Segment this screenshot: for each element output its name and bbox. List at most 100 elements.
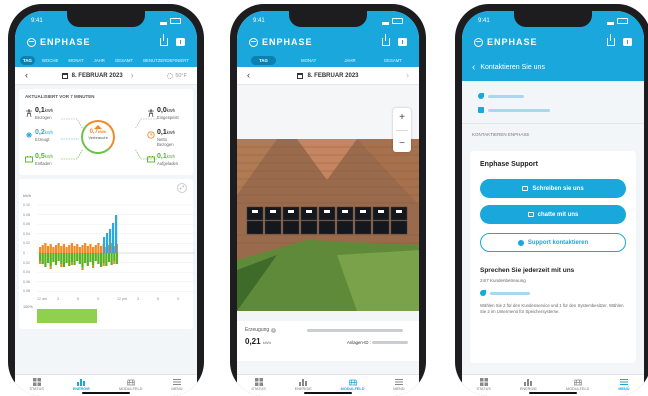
chart-bar	[113, 261, 116, 264]
nav-energie[interactable]: ENERGIE	[295, 378, 312, 391]
nav-menue[interactable]: MENÜ	[618, 378, 630, 391]
solar-panel[interactable]	[246, 220, 264, 235]
date-picker[interactable]: 8. FEBRUAR 2023	[297, 72, 359, 79]
chat-button[interactable]: chatte mit uns	[480, 205, 626, 224]
installer-phone[interactable]	[462, 83, 644, 103]
status-icons	[160, 18, 181, 25]
chart-bar	[57, 243, 60, 253]
support-chat-icon[interactable]	[176, 38, 185, 46]
grid-tower-icon	[26, 109, 32, 117]
chart-bar	[81, 267, 84, 270]
solar-panel[interactable]	[282, 220, 300, 235]
zoom-out-button[interactable]: −	[399, 138, 405, 149]
nav-modulfeld[interactable]: MODULFELD	[341, 378, 365, 391]
phone-energy: 9:41 ENPHASE TAG WOCHE MONAT JAHR GESAMT…	[8, 4, 204, 396]
solar-panel[interactable]	[318, 220, 336, 235]
x-tick-label: 3	[137, 297, 139, 301]
share-icon[interactable]	[160, 34, 168, 46]
x-tick-label: 6	[157, 297, 159, 301]
solar-panel[interactable]	[372, 206, 390, 221]
share-icon[interactable]	[382, 34, 390, 46]
roof-map[interactable]	[237, 85, 419, 311]
support-chat-icon[interactable]	[623, 38, 632, 46]
chart-bar	[115, 253, 119, 264]
enphase-logo: ENPHASE	[474, 37, 538, 47]
chart-bar	[65, 247, 68, 253]
chevron-left-icon[interactable]: ‹	[247, 71, 250, 80]
chart-bar	[102, 253, 105, 263]
globe-icon	[517, 239, 524, 246]
signal-icon	[607, 18, 614, 25]
tab-monat[interactable]: MONAT	[65, 56, 86, 65]
solar-panel[interactable]	[264, 206, 282, 221]
battery-icon	[170, 18, 181, 24]
write-us-button[interactable]: Schreiben sie uns	[480, 179, 626, 198]
chevron-right-icon[interactable]: ›	[406, 71, 409, 80]
tab-jahr[interactable]: JAHR	[341, 56, 358, 65]
tab-jahr[interactable]: JAHR	[91, 56, 108, 65]
contact-support-button[interactable]: Support kontaktieren	[480, 233, 626, 252]
chart-bar	[86, 246, 89, 253]
support-card: Enphase Support Schreiben sie uns chatte…	[470, 151, 636, 363]
nav-energie[interactable]: ENERGIE	[73, 378, 90, 391]
solar-panel[interactable]	[264, 220, 282, 235]
chevron-right-icon[interactable]: ›	[131, 71, 134, 80]
x-tick-label: 6	[77, 297, 79, 301]
nav-menue[interactable]: MENÜ	[393, 378, 405, 391]
support-phone[interactable]	[480, 290, 530, 296]
expand-icon[interactable]: ⤢	[177, 183, 187, 193]
tab-benutzerdefiniert[interactable]: BENUTZERDEFINIERT	[140, 56, 192, 65]
tab-gesamt[interactable]: GESAMT	[112, 56, 136, 65]
nav-status[interactable]: STATUS	[251, 378, 266, 391]
solar-panel[interactable]	[390, 206, 408, 221]
solar-panel[interactable]	[300, 220, 318, 235]
solar-panel[interactable]	[246, 206, 264, 221]
calendar-icon	[297, 72, 304, 79]
solar-panel[interactable]	[318, 206, 336, 221]
y-tick-label: 0.06	[23, 222, 30, 227]
tab-monat[interactable]: MONAT	[298, 56, 319, 65]
solar-panel[interactable]	[390, 220, 408, 235]
tab-gesamt[interactable]: GESAMT	[381, 56, 405, 65]
zoom-in-button[interactable]: +	[399, 112, 405, 123]
system-id-redacted	[372, 341, 409, 345]
solar-panel[interactable]	[282, 206, 300, 221]
chart-bar	[103, 237, 106, 253]
tab-tag[interactable]: TAG	[251, 55, 276, 65]
chart-bar	[107, 253, 111, 262]
envelope-icon	[522, 186, 529, 191]
energy-bars-icon	[299, 379, 308, 386]
period-tabs: TAG WOCHE MONAT JAHR GESAMT BENUTZERDEFI…	[15, 53, 197, 67]
date-picker[interactable]: 8. FEBRUAR 2023 ›	[61, 71, 134, 80]
nav-menue[interactable]: MENÜ	[171, 378, 183, 391]
tab-tag[interactable]: TAG	[20, 55, 35, 65]
nav-modulfeld[interactable]: MODULFELD	[119, 378, 142, 391]
solar-panel[interactable]	[354, 206, 372, 221]
chart-bar	[76, 253, 79, 261]
y-tick-label: 0.04	[23, 270, 30, 275]
info-icon[interactable]: i	[271, 327, 277, 333]
solar-panel[interactable]	[300, 206, 318, 221]
installer-email[interactable]	[462, 103, 644, 117]
chevron-left-icon[interactable]: ‹	[25, 71, 28, 80]
solar-panel[interactable]	[354, 220, 372, 235]
status-time: 9:41	[478, 18, 490, 24]
energy-bars-icon	[77, 379, 86, 386]
solar-panel[interactable]	[372, 220, 390, 235]
solar-panel[interactable]	[336, 220, 354, 235]
support-chat-icon[interactable]	[398, 38, 407, 46]
date-bar: ‹ 8. FEBRUAR 2023 ›	[237, 67, 419, 85]
share-icon[interactable]	[607, 34, 615, 46]
phone-array: 9:41 ENPHASE TAG MONAT JAHR GESAMT ‹ 8. …	[230, 4, 426, 396]
nav-status[interactable]: STATUS	[476, 378, 491, 391]
back-chevron-icon[interactable]: ‹	[472, 62, 475, 73]
tab-woche[interactable]: WOCHE	[39, 56, 61, 65]
production-card: Erzeugung i 0,21 kWh Anlagen-ID :	[237, 321, 419, 361]
nav-energie[interactable]: ENERGIE	[520, 378, 537, 391]
solar-panel[interactable]	[336, 206, 354, 221]
nav-modulfeld[interactable]: MODULFELD	[566, 378, 589, 391]
menu-icon	[619, 379, 628, 385]
chart-bar	[49, 266, 52, 269]
app-header: ENPHASE	[237, 31, 419, 53]
nav-status[interactable]: STATUS	[29, 378, 44, 391]
